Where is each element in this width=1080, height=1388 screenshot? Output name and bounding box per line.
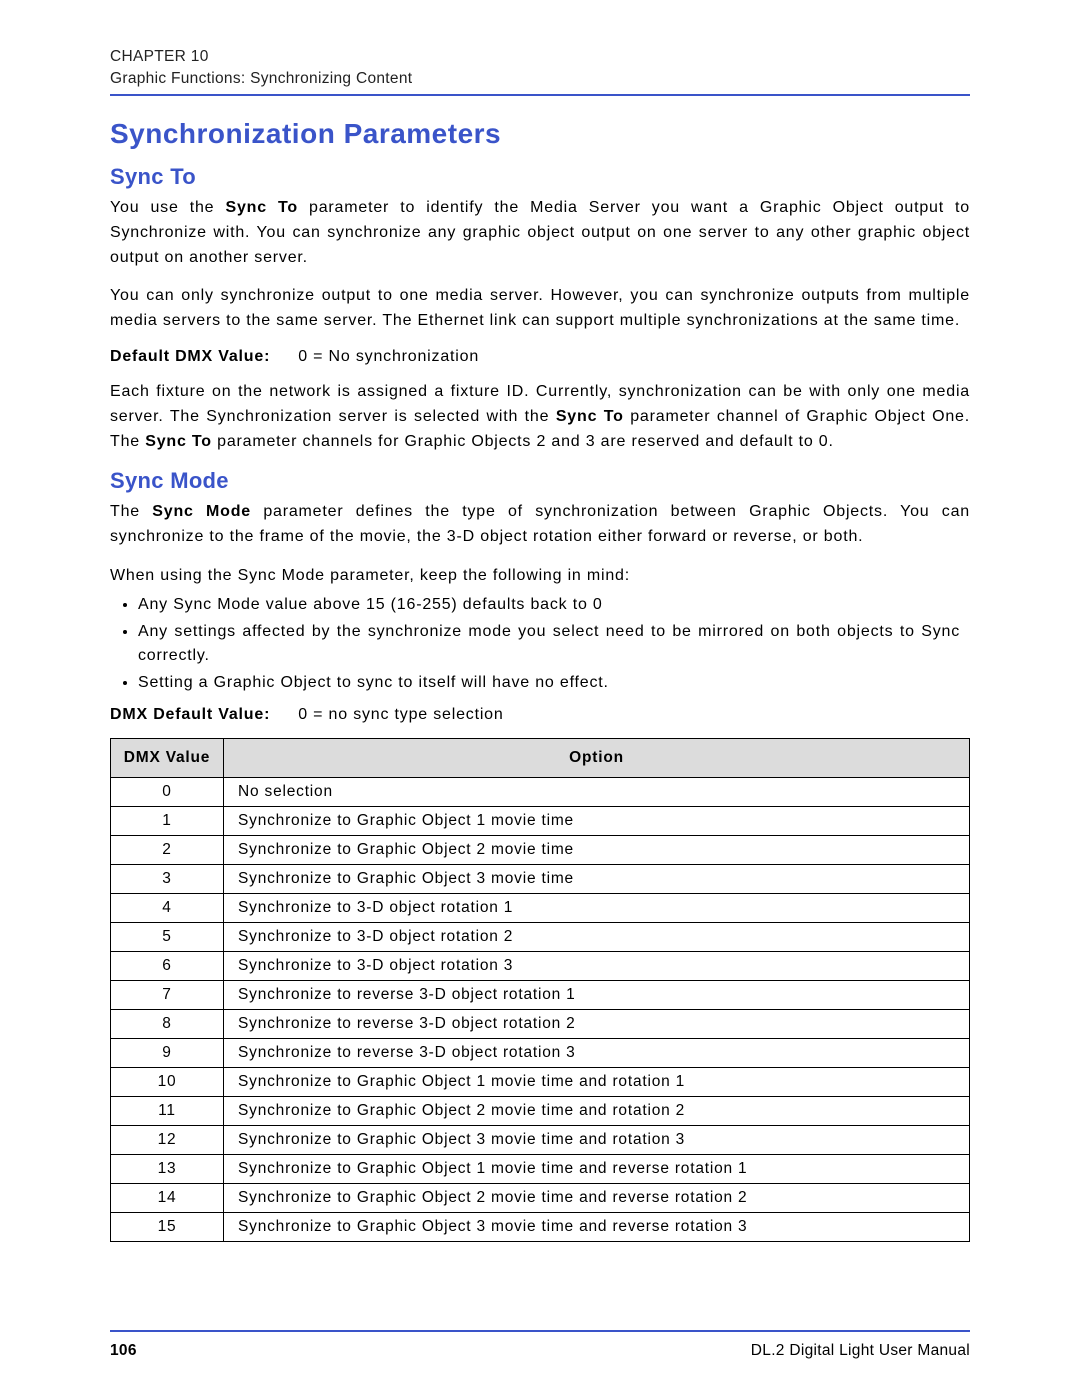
cell-option: Synchronize to reverse 3-D object rotati… [224,1038,970,1067]
default-value: 0 = No synchronization [298,348,479,366]
cell-option: Synchronize to reverse 3-D object rotati… [224,1009,970,1038]
cell-option: Synchronize to Graphic Object 2 movie ti… [224,1096,970,1125]
cell-dmx-value: 13 [111,1154,224,1183]
sync-mode-bullets: Any Sync Mode value above 15 (16-255) de… [138,593,970,696]
default-label: DMX Default Value: [110,706,270,724]
sync-to-default: Default DMX Value: 0 = No synchronizatio… [110,348,970,366]
cell-dmx-value: 14 [111,1183,224,1212]
table-row: 1Synchronize to Graphic Object 1 movie t… [111,806,970,835]
bold-sync-to: Sync To [556,408,624,425]
cell-dmx-value: 7 [111,980,224,1009]
text: You use the [110,199,225,216]
bold-sync-mode: Sync Mode [152,503,251,520]
cell-dmx-value: 0 [111,777,224,806]
table-row: 5Synchronize to 3-D object rotation 2 [111,922,970,951]
table-row: 11Synchronize to Graphic Object 2 movie … [111,1096,970,1125]
cell-dmx-value: 12 [111,1125,224,1154]
cell-option: No selection [224,777,970,806]
section-sync-to: Sync To [110,164,970,190]
cell-dmx-value: 1 [111,806,224,835]
chapter-label: CHAPTER 10 [110,48,970,66]
cell-option: Synchronize to Graphic Object 3 movie ti… [224,1212,970,1241]
cell-option: Synchronize to reverse 3-D object rotati… [224,980,970,1009]
page-number: 106 [110,1342,137,1360]
table-row: 4Synchronize to 3-D object rotation 1 [111,893,970,922]
manual-title: DL.2 Digital Light User Manual [751,1342,970,1360]
list-item: Any Sync Mode value above 15 (16-255) de… [138,593,970,618]
table-row: 15Synchronize to Graphic Object 3 movie … [111,1212,970,1241]
sync-mode-default: DMX Default Value: 0 = no sync type sele… [110,706,970,724]
page-title: Synchronization Parameters [110,118,970,150]
cell-option: Synchronize to Graphic Object 2 movie ti… [224,835,970,864]
cell-dmx-value: 8 [111,1009,224,1038]
cell-option: Synchronize to Graphic Object 3 movie ti… [224,864,970,893]
table-row: 8Synchronize to reverse 3-D object rotat… [111,1009,970,1038]
cell-option: Synchronize to Graphic Object 1 movie ti… [224,806,970,835]
default-value: 0 = no sync type selection [298,706,503,724]
table-row: 0No selection [111,777,970,806]
bold-sync-to: Sync To [145,433,212,450]
table-row: 3Synchronize to Graphic Object 3 movie t… [111,864,970,893]
cell-option: Synchronize to Graphic Object 2 movie ti… [224,1183,970,1212]
sync-to-paragraph-3: Each fixture on the network is assigned … [110,380,970,454]
table-row: 6Synchronize to 3-D object rotation 3 [111,951,970,980]
cell-dmx-value: 11 [111,1096,224,1125]
cell-dmx-value: 15 [111,1212,224,1241]
list-item: Any settings affected by the synchronize… [138,620,970,670]
dmx-table: DMX Value Option 0No selection1Synchroni… [110,738,970,1242]
col-dmx-value: DMX Value [111,738,224,777]
text: parameter channels for Graphic Objects 2… [212,433,834,450]
cell-dmx-value: 2 [111,835,224,864]
default-label: Default DMX Value: [110,348,270,366]
cell-dmx-value: 10 [111,1067,224,1096]
table-row: 14Synchronize to Graphic Object 2 movie … [111,1183,970,1212]
cell-dmx-value: 6 [111,951,224,980]
bold-sync-to: Sync To [225,199,297,216]
table-header-row: DMX Value Option [111,738,970,777]
cell-option: Synchronize to 3-D object rotation 3 [224,951,970,980]
table-row: 12Synchronize to Graphic Object 3 movie … [111,1125,970,1154]
table-row: 9Synchronize to reverse 3-D object rotat… [111,1038,970,1067]
cell-option: Synchronize to 3-D object rotation 2 [224,922,970,951]
cell-dmx-value: 3 [111,864,224,893]
cell-option: Synchronize to 3-D object rotation 1 [224,893,970,922]
chapter-section: Graphic Functions: Synchronizing Content [110,70,970,88]
cell-dmx-value: 5 [111,922,224,951]
text: The [110,503,152,520]
cell-dmx-value: 9 [111,1038,224,1067]
table-row: 7Synchronize to reverse 3-D object rotat… [111,980,970,1009]
col-option: Option [224,738,970,777]
cell-option: Synchronize to Graphic Object 1 movie ti… [224,1067,970,1096]
sync-to-paragraph-2: You can only synchronize output to one m… [110,284,970,334]
cell-dmx-value: 4 [111,893,224,922]
table-row: 10Synchronize to Graphic Object 1 movie … [111,1067,970,1096]
table-row: 13Synchronize to Graphic Object 1 movie … [111,1154,970,1183]
sync-to-paragraph-1: You use the Sync To parameter to identif… [110,196,970,270]
sync-mode-paragraph-2: When using the Sync Mode parameter, keep… [110,564,970,589]
sync-mode-paragraph-1: The Sync Mode parameter defines the type… [110,500,970,550]
cell-option: Synchronize to Graphic Object 1 movie ti… [224,1154,970,1183]
cell-option: Synchronize to Graphic Object 3 movie ti… [224,1125,970,1154]
section-sync-mode: Sync Mode [110,468,970,494]
table-row: 2Synchronize to Graphic Object 2 movie t… [111,835,970,864]
page-footer: 106 DL.2 Digital Light User Manual [110,1330,970,1360]
list-item: Setting a Graphic Object to sync to itse… [138,671,970,696]
header-rule [110,94,970,96]
